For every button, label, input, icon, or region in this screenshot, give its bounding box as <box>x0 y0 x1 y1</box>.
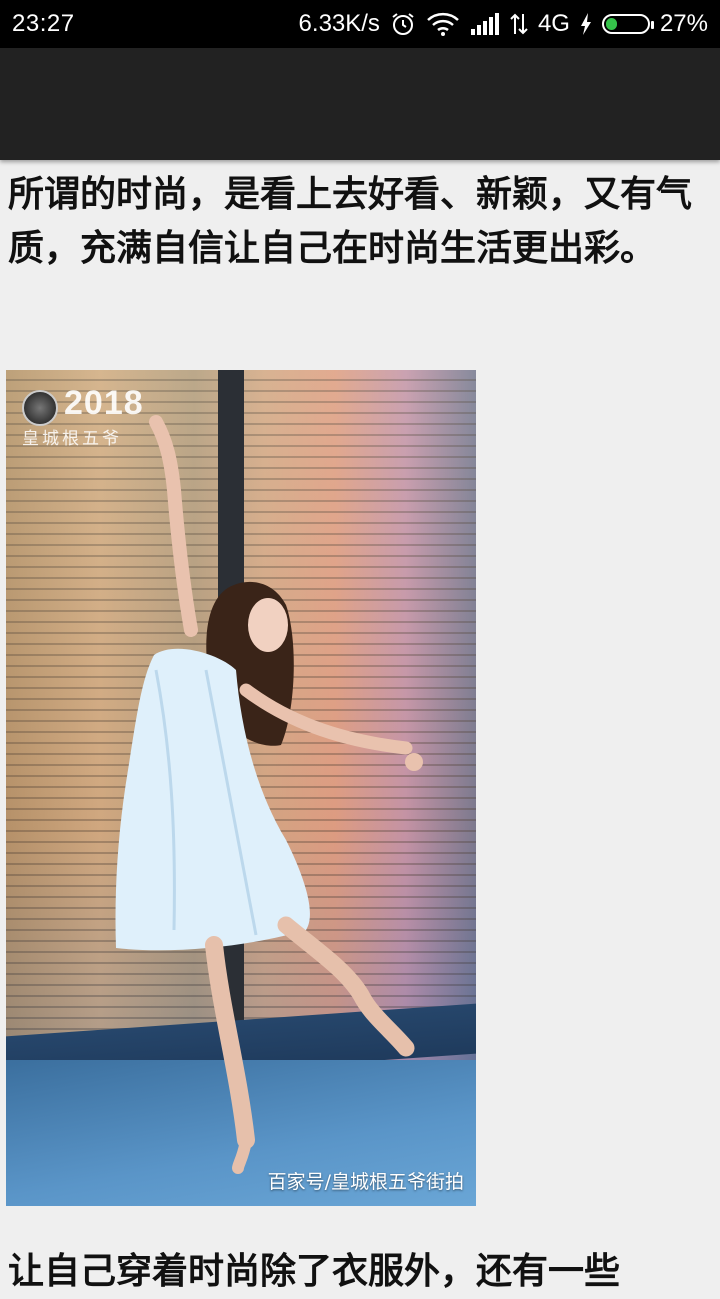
network-speed: 6.33K/s <box>298 10 380 37</box>
status-time: 23:27 <box>12 10 75 37</box>
dancer-figure <box>115 415 423 1174</box>
article-paragraph: 让自己穿着时尚除了衣服外，还有一些 <box>8 1251 621 1292</box>
alarm-icon <box>390 11 416 37</box>
network-type: 4G <box>537 10 570 37</box>
watermark-name: 皇城根五爷 <box>22 429 122 449</box>
article-paragraph: 所谓的时尚，是看上去好看、新颖，又有气质，充满自信让自己在时尚生活更出彩。 <box>8 174 693 269</box>
signal-icon <box>470 13 500 35</box>
watermark-logo <box>22 390 58 426</box>
status-icons: 6.33K/s 4G 27% <box>299 8 708 40</box>
app-bar <box>0 48 720 160</box>
data-transfer-icon <box>510 12 528 36</box>
watermark-year: 2018 <box>64 384 144 422</box>
wifi-icon <box>426 11 460 37</box>
charging-icon <box>580 13 592 35</box>
battery-level <box>605 18 617 30</box>
image-caption: 百家号/皇城根五爷街拍 <box>267 1171 464 1193</box>
status-bar: 23:27 6.33K/s 4G 27% <box>0 0 720 48</box>
article-image[interactable]: 2018 皇城根五爷 百家号/皇城根五爷街拍 <box>6 370 476 1206</box>
battery-icon <box>601 14 654 34</box>
battery-percent: 27% <box>659 10 708 37</box>
